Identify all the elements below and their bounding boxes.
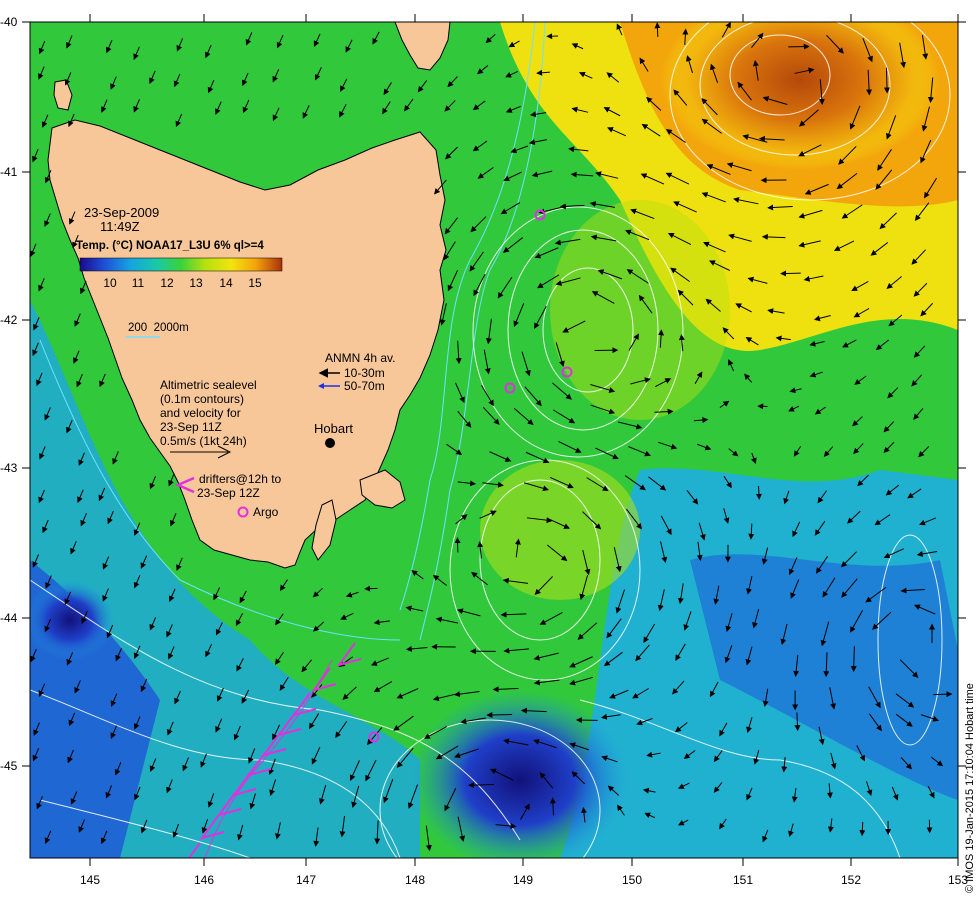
anmn-title: ANMN 4h av. [325, 351, 395, 365]
sealevel-line-1: Altimetric sealevel [160, 378, 257, 392]
x-tick-label: 151 [733, 873, 753, 887]
isobath-label: 200 2000m [128, 322, 189, 334]
velocity-arrow [933, 691, 953, 698]
velocity-arrow [883, 67, 890, 94]
hobart-marker [325, 438, 335, 448]
x-tick-label: 152 [841, 873, 861, 887]
sealevel-line-5: 0.5m/s (1kt 24h) [160, 434, 247, 448]
date-label: 23-Sep-2009 [84, 205, 159, 220]
y-tick-label: -42 [0, 313, 18, 327]
time-label: 11:49Z [100, 219, 140, 234]
sealevel-line-3: and velocity for [160, 406, 241, 420]
y-tick-label: -43 [0, 461, 18, 475]
velocity-arrow [654, 22, 661, 37]
x-tick-label: 145 [80, 873, 100, 887]
y-tick-label: -40 [0, 15, 18, 29]
velocity-arrow [364, 585, 378, 592]
colorbar-tick-label: 10 [103, 276, 117, 290]
x-tick-label: 147 [296, 873, 316, 887]
y-tick-label: -44 [0, 611, 18, 625]
colorbar-tick-label: 15 [248, 276, 262, 290]
colorbar-tick-label: 12 [160, 276, 174, 290]
colorbar-tick-label: 13 [189, 276, 203, 290]
colorbar-tick-label: 14 [219, 276, 233, 290]
x-tick-label: 148 [405, 873, 425, 887]
y-tick-label: -41 [0, 165, 18, 179]
anmn-deep-label: 50-70m [344, 379, 385, 393]
credit-text: © IMOS 19-Jan-2015 17:10:04 Hobart time [964, 683, 976, 893]
colorbar [79, 257, 283, 272]
y-tick-label: -45 [0, 759, 18, 773]
city-label: Hobart [314, 421, 353, 436]
x-tick-label: 146 [194, 873, 214, 887]
sealevel-line-4: 23-Sep 11Z [160, 420, 222, 434]
argo-label: Argo [253, 505, 279, 519]
drifters-line-1: drifters@12h to [199, 472, 282, 486]
anmn-shallow-label: 10-30m [344, 366, 385, 380]
x-tick-label: 149 [513, 873, 533, 887]
velocity-arrow [780, 270, 801, 277]
velocity-arrow [486, 711, 513, 718]
colorbar-title: Temp. (°C) NOAA17_L3U 6% ql>=4 [76, 240, 264, 252]
sealevel-line-2: (0.1m contours) [160, 392, 244, 406]
x-tick-label: 150 [622, 873, 642, 887]
sst-map: Hobart 23-Sep-2009 11:49Z Temp. (°C) NOA… [0, 14, 976, 893]
colorbar-tick-label: 11 [132, 276, 145, 290]
velocity-arrow [755, 486, 762, 500]
drifters-line-2: 23-Sep 12Z [197, 486, 260, 500]
